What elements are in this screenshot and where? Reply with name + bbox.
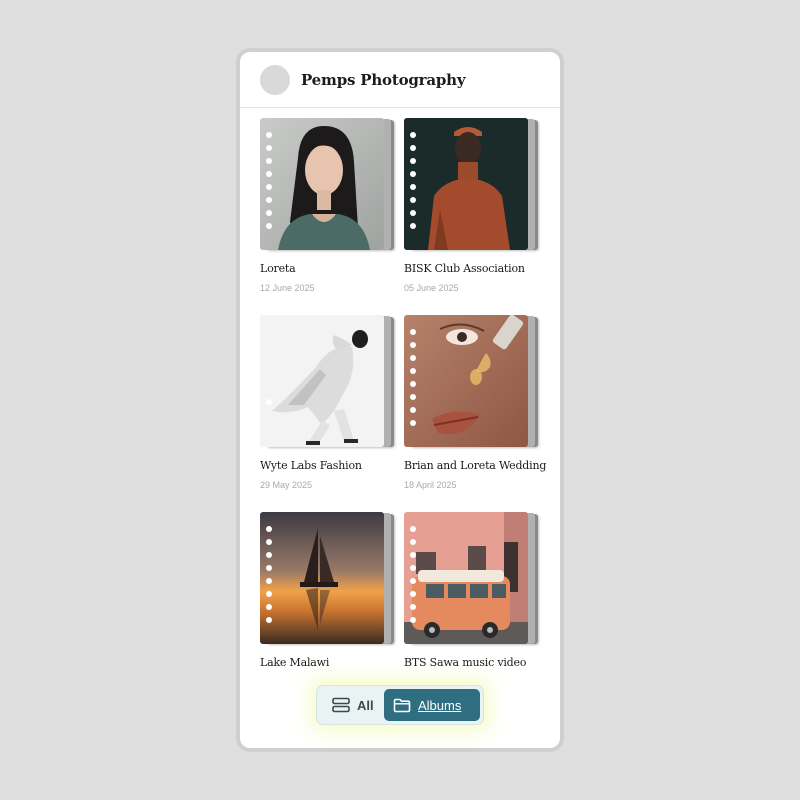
album-photo	[260, 118, 384, 250]
app-header: Pemps Photography	[240, 52, 560, 108]
album-photo	[404, 118, 528, 250]
album-title: BTS Sawa music video	[404, 656, 527, 669]
nav-all-button[interactable]: All	[320, 689, 384, 721]
album-grid: Loreta 12 June 2025 BISK Club Associatio…	[260, 118, 547, 669]
album-title: Lake Malawi	[260, 656, 330, 669]
album-title: Wyte Labs Fashion	[260, 459, 362, 472]
album-thumbnail[interactable]	[260, 315, 394, 449]
album-thumbnail[interactable]	[404, 512, 538, 646]
album-card[interactable]: BTS Sawa music video	[404, 512, 538, 669]
binder-holes	[266, 526, 272, 623]
album-thumbnail[interactable]	[404, 118, 538, 252]
album-card[interactable]: Loreta 12 June 2025	[260, 118, 394, 293]
nav-albums-label: Albums	[418, 697, 462, 713]
binder-holes	[410, 132, 416, 229]
binder-holes	[410, 329, 416, 426]
album-photo	[404, 512, 528, 644]
album-card[interactable]: Wyte Labs Fashion 29 May 2025	[260, 315, 394, 490]
album-date: 18 April 2025	[404, 480, 457, 490]
album-date: 29 May 2025	[260, 480, 313, 490]
list-icon	[332, 697, 350, 713]
album-thumbnail[interactable]	[260, 118, 394, 252]
album-card[interactable]: Brian and Loreta Wedding 18 April 2025	[404, 315, 547, 490]
album-date: 12 June 2025	[260, 283, 315, 293]
album-photo	[404, 315, 528, 447]
album-thumbnail[interactable]	[260, 512, 394, 646]
album-card[interactable]: BISK Club Association 05 June 2025	[404, 118, 538, 293]
album-photo	[260, 512, 384, 644]
folder-icon	[393, 698, 411, 712]
binder-holes	[266, 399, 272, 405]
album-thumbnail[interactable]	[404, 315, 538, 449]
binder-holes	[266, 132, 272, 229]
album-title: Brian and Loreta Wedding	[404, 459, 547, 472]
avatar[interactable]	[260, 64, 290, 95]
app-title: Pemps Photography	[301, 70, 466, 89]
view-switcher: All Albums	[316, 685, 484, 725]
nav-all-label: All	[357, 697, 374, 713]
album-photo	[260, 315, 384, 447]
binder-holes	[410, 526, 416, 623]
album-title: BISK Club Association	[404, 262, 525, 275]
app-screen: Pemps Photography Loreta 12 June 2025 BI…	[240, 52, 560, 748]
phone-frame: Pemps Photography Loreta 12 June 2025 BI…	[236, 48, 564, 752]
nav-albums-button[interactable]: Albums	[384, 689, 480, 721]
album-card[interactable]: Lake Malawi	[260, 512, 394, 669]
album-title: Loreta	[260, 262, 296, 275]
album-date: 05 June 2025	[404, 283, 459, 293]
